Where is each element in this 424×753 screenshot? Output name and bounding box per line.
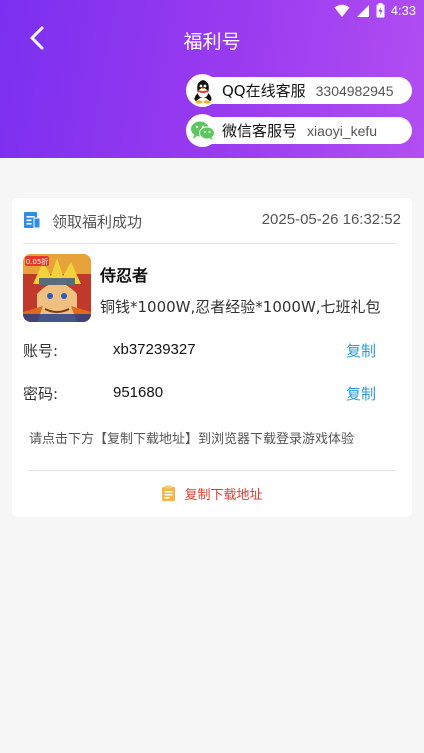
welfare-card: 领取福利成功 2025-05-26 16:32:52 0.05折 侍忍者 铜钱*… — [12, 198, 412, 517]
game-icon: 0.05折 — [23, 254, 91, 322]
qq-service-label: QQ在线客服 — [222, 82, 306, 100]
page-title: 福利号 — [183, 31, 241, 53]
clipboard-icon — [162, 485, 176, 501]
status-label: 领取福利成功 — [52, 213, 143, 231]
wechat-icon — [186, 114, 219, 147]
wechat-service-pill[interactable]: 微信客服号 xiaoyi_kefu — [186, 114, 412, 147]
status-time: 4:33 — [390, 3, 416, 18]
copy-download-url-label: 复制下载地址 — [184, 488, 263, 503]
signal-icon — [356, 4, 369, 17]
document-icon — [24, 212, 41, 229]
account-value: xb37239327 — [113, 341, 196, 358]
copy-password-button[interactable]: 复制 — [346, 383, 376, 404]
battery-icon — [376, 3, 385, 18]
divider — [23, 243, 396, 244]
game-name: 侍忍者 — [100, 266, 149, 285]
wechat-id: xiaoyi_kefu — [307, 122, 378, 139]
wifi-icon — [334, 4, 350, 17]
divider — [28, 470, 396, 471]
claim-timestamp: 2025-05-26 16:32:52 — [261, 211, 401, 228]
password-label: 密码: — [23, 385, 59, 403]
card-header: 领取福利成功 2025-05-26 16:32:52 — [12, 198, 412, 244]
qq-icon — [186, 74, 219, 107]
qq-service-pill[interactable]: QQ在线客服 3304982945 — [186, 74, 412, 107]
game-description: 铜钱*1000W,忍者经验*1000W,七班礼包 — [100, 298, 381, 316]
header-bar: 4:33 福利号 QQ在线客服 3304982945 微信客服号 xiaoyi_… — [0, 0, 424, 158]
status-bar: 4:33 — [0, 0, 424, 24]
download-hint: 请点击下方【复制下载地址】到浏览器下载登录游戏体验 — [29, 432, 355, 447]
game-discount-badge: 0.05折 — [26, 257, 49, 266]
account-label: 账号: — [23, 342, 59, 360]
wechat-service-label: 微信客服号 — [222, 122, 298, 140]
copy-download-url-button[interactable]: 复制下载地址 — [12, 484, 412, 503]
qq-number: 3304982945 — [315, 82, 394, 99]
copy-account-button[interactable]: 复制 — [346, 340, 376, 361]
password-value: 951680 — [113, 384, 164, 401]
